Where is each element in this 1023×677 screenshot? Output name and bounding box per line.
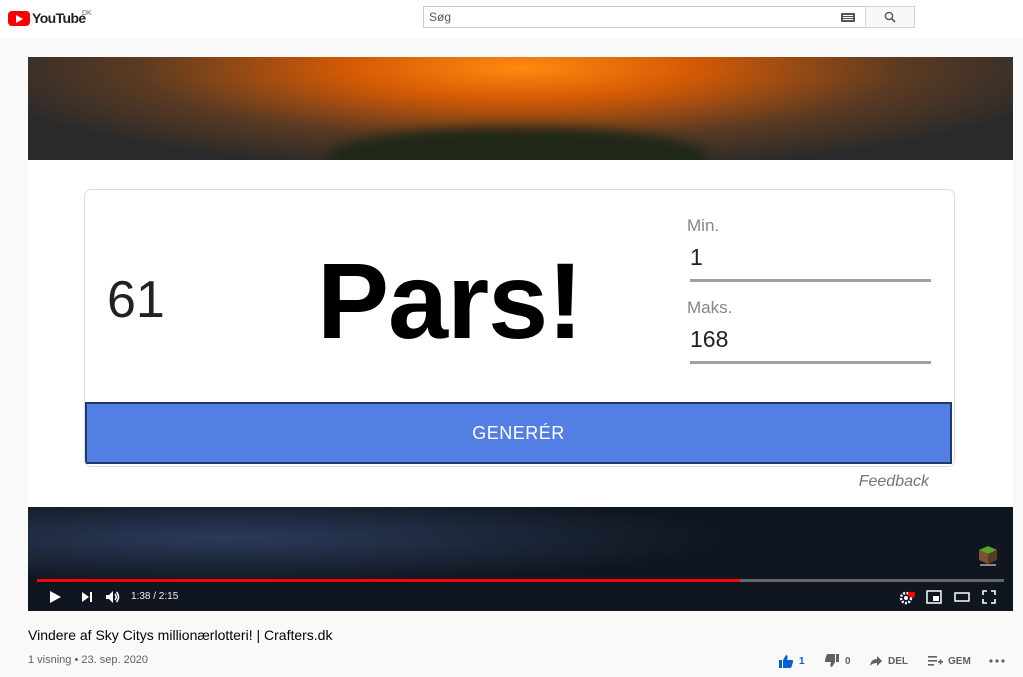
video-meta: 1 visning • 23. sep. 2020	[28, 654, 149, 666]
generate-button[interactable]: GENERÉR	[85, 402, 952, 464]
youtube-logo[interactable]: YouTube	[8, 9, 86, 27]
dislike-count: 0	[845, 655, 851, 667]
keyboard-icon[interactable]	[841, 13, 855, 22]
channel-watermark-icon[interactable]	[978, 545, 998, 567]
miniplayer-icon[interactable]	[926, 590, 942, 604]
max-value[interactable]: 168	[690, 326, 931, 364]
min-label: Min.	[687, 216, 720, 235]
more-actions-button[interactable]	[989, 650, 1010, 672]
fullscreen-icon[interactable]	[982, 590, 996, 604]
video-frame-top	[28, 57, 1013, 160]
video-title: Vindere af Sky Citys millionærlotteri! |…	[28, 627, 333, 643]
thumbs-up-icon	[779, 655, 794, 668]
feedback-link[interactable]: Feedback	[859, 473, 929, 491]
max-label: Maks.	[687, 298, 733, 317]
search-box	[423, 6, 866, 28]
search-input[interactable]	[424, 7, 829, 27]
result-text: Pars!	[317, 240, 583, 361]
dislike-button[interactable]: 0	[824, 650, 851, 672]
thumbs-down-icon	[824, 654, 839, 667]
top-bar: YouTube DK	[0, 0, 1023, 38]
volume-icon[interactable]	[105, 590, 121, 604]
video-player[interactable]: 61 Pars! Min. 1 Maks. 168 GENERÉR Feedba…	[28, 57, 1013, 611]
share-label: DEL	[888, 655, 908, 667]
min-field[interactable]: Min. 1	[687, 216, 931, 282]
youtube-play-icon	[8, 10, 30, 26]
time-display: 1:38 / 2:15	[131, 591, 179, 602]
progress-bar[interactable]	[37, 579, 1004, 582]
video-frame-widget-area: 61 Pars! Min. 1 Maks. 168 GENERÉR Feedba…	[28, 160, 1013, 507]
next-icon[interactable]	[80, 590, 94, 604]
save-button[interactable]: GEM	[928, 650, 971, 672]
min-value[interactable]: 1	[690, 244, 931, 282]
progress-played	[37, 579, 740, 582]
like-count: 1	[799, 655, 805, 667]
save-label: GEM	[948, 655, 971, 667]
logo-region: DK	[82, 10, 92, 17]
share-icon	[870, 656, 882, 666]
share-button[interactable]: DEL	[869, 650, 908, 672]
settings-icon[interactable]	[899, 590, 915, 606]
random-number-card: 61 Pars! Min. 1 Maks. 168 GENERÉR	[84, 189, 955, 467]
playlist-add-icon	[928, 656, 943, 666]
theater-mode-icon[interactable]	[954, 590, 970, 604]
logo-text: YouTube	[32, 10, 86, 26]
more-icon	[989, 659, 1005, 663]
like-button[interactable]: 1	[778, 650, 805, 672]
play-icon[interactable]	[48, 590, 62, 604]
player-controls: 1:38 / 2:15	[28, 585, 1013, 611]
generated-number: 61	[107, 271, 165, 329]
max-field[interactable]: Maks. 168	[687, 298, 931, 364]
search-icon	[884, 11, 896, 23]
search-button[interactable]	[865, 6, 915, 28]
